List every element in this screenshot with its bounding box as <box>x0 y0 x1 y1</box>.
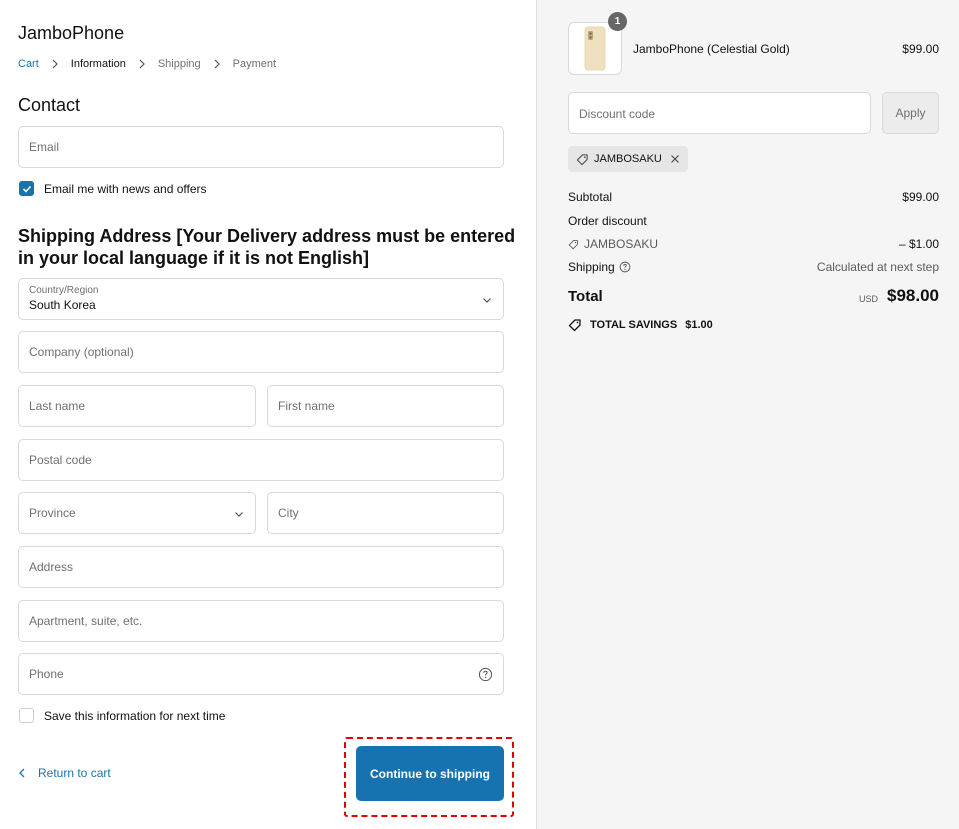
product-price: $99.00 <box>902 42 939 56</box>
first-name-field[interactable]: First name <box>267 385 504 427</box>
subtotal-label: Subtotal <box>568 190 613 204</box>
total-value: $98.00 <box>887 286 939 305</box>
apartment-placeholder: Apartment, suite, etc. <box>29 614 143 628</box>
order-discount-label: Order discount <box>568 214 647 228</box>
shipping-heading: Shipping Address [Your Delivery address … <box>18 226 516 268</box>
city-field[interactable]: City <box>267 492 504 534</box>
total-currency: USD <box>859 294 879 304</box>
apartment-field[interactable]: Apartment, suite, etc. <box>18 600 504 642</box>
shipping-value: Calculated at next step <box>816 260 939 274</box>
email-field[interactable]: Email <box>18 126 504 168</box>
country-label: Country/Region <box>29 285 99 296</box>
total-label: Total <box>568 288 603 305</box>
check-icon <box>22 185 31 193</box>
contact-heading: Contact <box>18 95 81 115</box>
help-circle-icon[interactable] <box>478 667 493 682</box>
breadcrumb-shipping: Shipping <box>157 58 201 70</box>
tag-icon <box>568 239 578 249</box>
breadcrumb-cart[interactable]: Cart <box>18 58 39 70</box>
country-value: South Korea <box>29 298 96 312</box>
newsletter-label: Email me with news and offers <box>44 181 207 196</box>
company-field[interactable]: Company (optional) <box>18 331 504 373</box>
save-info-label: Save this information for next time <box>44 708 226 723</box>
continue-to-shipping-button[interactable]: Continue to shipping <box>356 746 504 801</box>
save-info-checkbox[interactable] <box>19 708 34 723</box>
product-name: JamboPhone (Celestial Gold) <box>633 42 790 56</box>
order-summary-panel: 1 JamboPhone (Celestial Gold) $99.00 Dis… <box>537 0 959 829</box>
phone-field[interactable]: Phone <box>18 653 504 695</box>
discount-code-label: JAMBOSAKU <box>584 237 659 251</box>
tag-icon <box>568 319 581 332</box>
quantity-badge: 1 <box>608 12 627 31</box>
country-select[interactable]: Country/Region South Korea <box>18 278 504 320</box>
apply-discount-button[interactable]: Apply <box>882 92 939 134</box>
return-to-cart-label: Return to cart <box>38 766 111 780</box>
shipping-label: Shipping <box>568 260 615 274</box>
total-savings-label: TOTAL SAVINGS <box>590 319 678 331</box>
chevron-down-icon <box>483 298 491 303</box>
newsletter-option[interactable]: Email me with news and offers <box>19 181 207 196</box>
save-info-option[interactable]: Save this information for next time <box>19 708 225 723</box>
chevron-right-icon <box>52 59 58 69</box>
province-select[interactable]: Province <box>18 492 256 534</box>
company-placeholder: Company (optional) <box>29 345 134 359</box>
postal-code-field[interactable]: Postal code <box>18 439 504 481</box>
store-logo[interactable]: JamboPhone <box>18 23 124 44</box>
applied-discount-tag: JAMBOSAKU <box>568 146 688 172</box>
phone-placeholder: Phone <box>29 667 64 681</box>
total-savings: TOTAL SAVINGS $1.00 <box>568 318 713 332</box>
email-placeholder: Email <box>29 140 60 154</box>
breadcrumb-information: Information <box>70 58 126 70</box>
applied-discount-code: JAMBOSAKU <box>594 153 662 165</box>
province-placeholder: Province <box>29 506 76 520</box>
discount-value: – $1.00 <box>898 237 939 251</box>
last-name-field[interactable]: Last name <box>18 385 256 427</box>
city-placeholder: City <box>278 506 299 520</box>
discount-code-placeholder: Discount code <box>579 107 656 121</box>
postal-code-placeholder: Postal code <box>29 453 92 467</box>
breadcrumb: Cart Information Shipping Payment <box>18 58 276 70</box>
discount-code-row: JAMBOSAKU – $1.00 <box>568 237 939 251</box>
last-name-placeholder: Last name <box>29 399 86 413</box>
first-name-placeholder: First name <box>278 399 335 413</box>
total-savings-value: $1.00 <box>685 319 713 331</box>
chevron-right-icon <box>139 59 145 69</box>
chevron-down-icon <box>235 512 243 517</box>
newsletter-checkbox[interactable] <box>19 181 34 196</box>
help-circle-icon[interactable] <box>619 261 631 273</box>
return-to-cart-link[interactable]: Return to cart <box>18 766 111 780</box>
address-field[interactable]: Address <box>18 546 504 588</box>
order-discount-row: Order discount <box>568 214 939 228</box>
address-placeholder: Address <box>29 560 74 574</box>
discount-code-input[interactable]: Discount code <box>568 92 871 134</box>
phone-image-icon <box>584 26 606 71</box>
shipping-row: Shipping Calculated at next step <box>568 260 939 274</box>
tag-icon <box>576 153 588 165</box>
subtotal-value: $99.00 <box>902 190 939 204</box>
checkout-form-panel: JamboPhone Cart Information Shipping Pay… <box>0 0 537 829</box>
breadcrumb-payment: Payment <box>232 58 277 70</box>
subtotal-row: Subtotal $99.00 <box>568 190 939 204</box>
close-icon[interactable] <box>670 154 680 164</box>
chevron-left-icon <box>19 768 25 778</box>
chevron-right-icon <box>214 59 220 69</box>
